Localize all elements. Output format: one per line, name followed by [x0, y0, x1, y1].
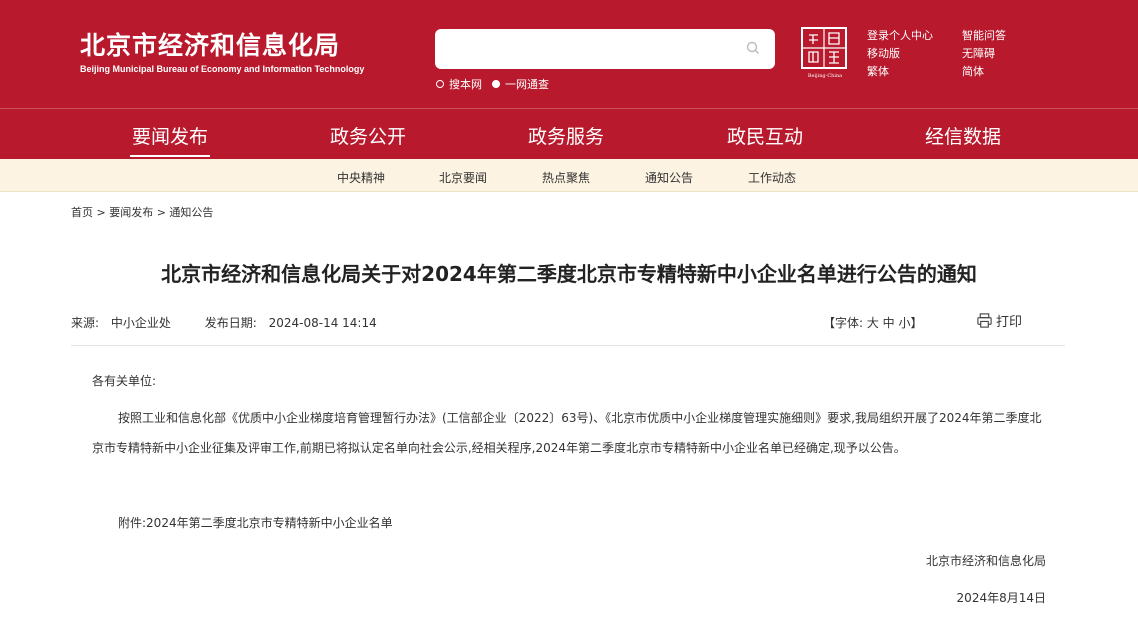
- main-nav-interaction[interactable]: 政民互动: [727, 122, 803, 149]
- search-scope-all-label: 一网通查: [505, 78, 549, 91]
- sub-nav: 中央精神 北京要闻 热点聚焦 通知公告 工作动态: [0, 159, 1138, 192]
- seal-caption: Beijing-China: [807, 73, 843, 79]
- main-nav-news[interactable]: 要闻发布: [132, 122, 208, 149]
- search-scope-site[interactable]: 搜本网: [436, 76, 482, 92]
- main-nav-services[interactable]: 政务服务: [528, 122, 604, 149]
- radio-empty-icon: [436, 80, 444, 88]
- traditional-chinese-link[interactable]: 繁体: [867, 63, 889, 79]
- main-nav-active-indicator: [130, 155, 210, 157]
- radio-filled-icon: [492, 80, 500, 88]
- date-value: 2024-08-14 14:14: [268, 316, 377, 330]
- search-icon[interactable]: [745, 40, 761, 56]
- login-link[interactable]: 登录个人中心: [867, 27, 933, 43]
- article-salutation: 各有关单位:: [92, 374, 157, 388]
- source-value: 中小企业处: [110, 316, 171, 330]
- article-meta: 来源: 中小企业处 发布日期: 2024-08-14 14:14: [71, 314, 377, 331]
- search-scope-all[interactable]: 一网通查: [492, 76, 549, 92]
- article-title: 北京市经济和信息化局关于对2024年第二季度北京市专精特新中小企业名单进行公告的…: [161, 262, 977, 286]
- sub-nav-central[interactable]: 中央精神: [337, 169, 385, 186]
- print-label: 打印: [996, 315, 1023, 330]
- sub-nav-hot-topics[interactable]: 热点聚焦: [542, 169, 590, 186]
- print-button[interactable]: 打印: [976, 311, 1022, 330]
- capital-seal-logo[interactable]: Beijing-China: [801, 27, 849, 79]
- source-label: 来源:: [71, 316, 100, 330]
- main-nav-open-government[interactable]: 政务公开: [330, 122, 406, 149]
- printer-icon: [976, 312, 996, 329]
- site-logo-cn[interactable]: 北京市经济和信息化局: [80, 26, 340, 62]
- article-attachment-link[interactable]: 附件:2024年第二季度北京市专精特新中小企业名单: [118, 508, 393, 538]
- meta-divider: [71, 345, 1065, 346]
- sub-nav-beijing-news[interactable]: 北京要闻: [439, 169, 487, 186]
- search-box: [435, 29, 775, 69]
- seal-icon: [801, 27, 847, 69]
- search-scope-options: 搜本网 一网通查: [436, 76, 559, 92]
- smart-qa-link[interactable]: 智能问答: [962, 27, 1006, 43]
- date-label: 发布日期:: [204, 316, 257, 330]
- simplified-chinese-link[interactable]: 简体: [962, 63, 984, 79]
- font-size-switcher[interactable]: 【字体: 大 中 小】: [823, 314, 923, 331]
- site-header: 北京市经济和信息化局 Beijing Municipal Bureau of E…: [0, 0, 1138, 159]
- main-nav: 要闻发布 政务公开 政务服务 政民互动 经信数据: [0, 108, 1138, 159]
- main-nav-data[interactable]: 经信数据: [925, 122, 1001, 149]
- article-paragraph: 按照工业和信息化部《优质中小企业梯度培育管理暂行办法》(工信部企业〔2022〕6…: [92, 411, 1042, 455]
- search-input[interactable]: [445, 37, 725, 61]
- mobile-link[interactable]: 移动版: [867, 45, 900, 61]
- signature-date: 2024年8月14日: [956, 591, 1046, 605]
- sub-nav-notices[interactable]: 通知公告: [645, 169, 693, 186]
- signature-org: 北京市经济和信息化局: [925, 554, 1046, 568]
- sub-nav-work-updates[interactable]: 工作动态: [748, 169, 796, 186]
- site-logo-en: Beijing Municipal Bureau of Economy and …: [80, 64, 365, 74]
- search-scope-site-label: 搜本网: [449, 78, 482, 91]
- accessibility-link[interactable]: 无障碍: [962, 45, 995, 61]
- breadcrumb[interactable]: 首页 > 要闻发布 > 通知公告: [71, 204, 213, 220]
